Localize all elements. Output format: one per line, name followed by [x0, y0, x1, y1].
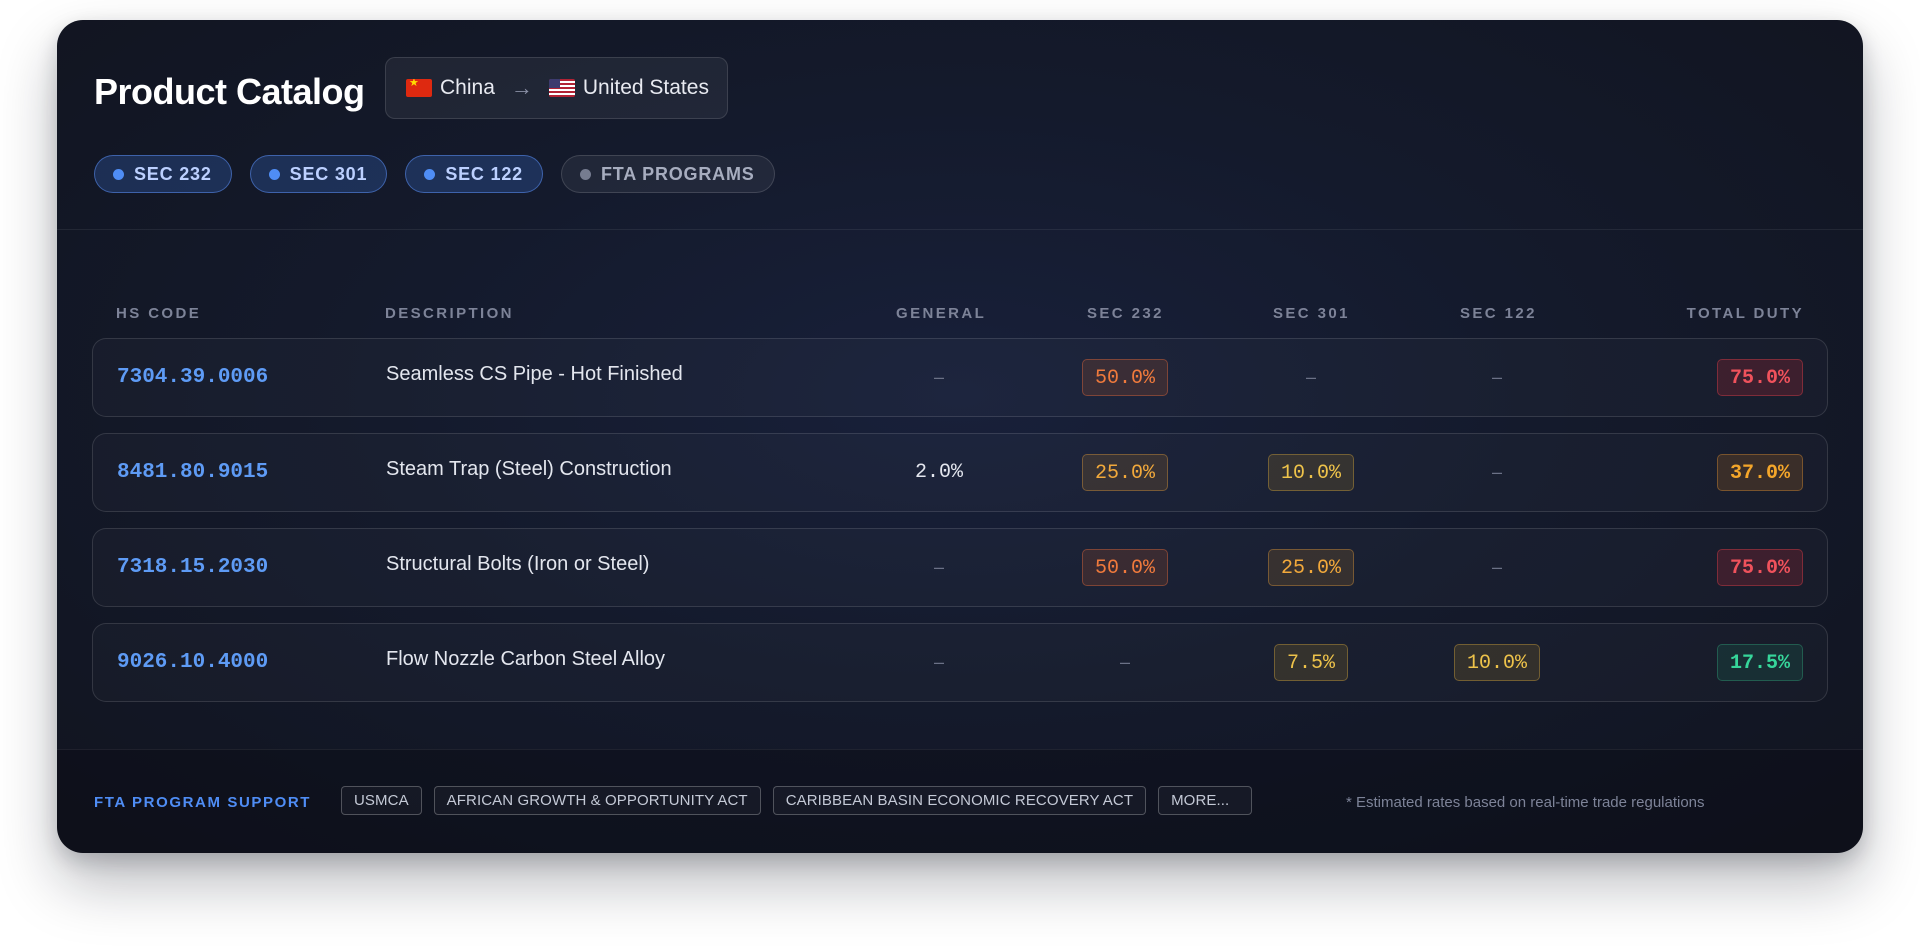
table-row[interactable]: 7318.15.2030 Structural Bolts (Iron or S… [92, 528, 1828, 607]
column-header-sec-232: SEC 232 [1087, 305, 1164, 322]
fta-tag-more[interactable]: MORE... [1158, 786, 1253, 815]
filter-chip-sec-122[interactable]: SEC 122 [405, 155, 543, 193]
product-description: Steam Trap (Steel) Construction [386, 458, 672, 480]
sec122-rate-badge: 10.0% [1453, 644, 1540, 681]
trade-route-selector[interactable]: China → United States [385, 57, 728, 119]
duty-table: HS CODE DESCRIPTION GENERAL SEC 232 SEC … [92, 288, 1828, 718]
fta-tag-agoa[interactable]: AFRICAN GROWTH & OPPORTUNITY ACT [433, 786, 761, 815]
general-rate: – [933, 557, 944, 577]
destination-country: United States [582, 76, 709, 99]
sec301-rate-badge: 7.5% [1273, 644, 1348, 681]
fta-program-support-label: FTA PROGRAM SUPPORT [94, 794, 312, 811]
table-row[interactable]: 8481.80.9015 Steam Trap (Steel) Construc… [92, 433, 1828, 512]
fta-tag-usmca[interactable]: USMCA [341, 786, 422, 815]
column-header-total-duty: TOTAL DUTY [1686, 305, 1804, 322]
sec301-rate-badge: 25.0% [1267, 549, 1354, 586]
status-dot-icon [579, 168, 591, 180]
total-duty-badge: 75.0% [1716, 359, 1803, 396]
general-rate: – [933, 367, 944, 387]
tariff-filter-chips: SEC 232 SEC 301 SEC 122 FTA PROGRAMS [94, 155, 775, 193]
column-header-sec-301: SEC 301 [1273, 305, 1350, 322]
filter-chip-label: SEC 301 [289, 163, 368, 184]
filter-chip-label: FTA PROGRAMS [600, 163, 755, 184]
arrow-right-icon: → [510, 75, 533, 100]
filter-chip-sec-301[interactable]: SEC 301 [249, 155, 388, 193]
filter-chip-label: SEC 232 [134, 163, 212, 184]
filter-chip-fta-programs[interactable]: FTA PROGRAMS [560, 155, 775, 193]
status-dot-icon [424, 168, 436, 180]
product-description: Flow Nozzle Carbon Steel Alloy [386, 648, 666, 670]
filter-chip-label: SEC 122 [445, 163, 523, 184]
filter-chip-sec-232[interactable]: SEC 232 [94, 155, 232, 193]
table-row[interactable]: 7304.39.0006 Seamless CS Pipe - Hot Fini… [92, 338, 1828, 417]
fta-footer: FTA PROGRAM SUPPORT USMCA AFRICAN GROWTH… [57, 749, 1863, 853]
hs-code[interactable]: 8481.80.9015 [117, 434, 268, 511]
sec122-rate: – [1491, 462, 1502, 482]
hs-code[interactable]: 9026.10.4000 [117, 624, 268, 701]
general-rate: 2.0% [914, 461, 963, 484]
column-header-general: GENERAL [896, 305, 987, 322]
cn-flag-icon [406, 79, 432, 97]
product-description: Seamless CS Pipe - Hot Finished [386, 363, 683, 385]
sec122-rate: – [1491, 557, 1502, 577]
general-rate: – [933, 652, 944, 672]
catalog-header: Product Catalog China → United States SE… [57, 20, 1863, 230]
us-flag-icon [548, 79, 575, 97]
sec232-rate-badge: 50.0% [1081, 549, 1168, 586]
status-dot-icon [113, 168, 124, 180]
product-catalog-card: Product Catalog China → United States SE… [57, 20, 1863, 853]
origin-country: China [440, 76, 495, 99]
sec122-rate: – [1491, 367, 1502, 387]
page-title: Product Catalog [94, 71, 365, 112]
hs-code[interactable]: 7318.15.2030 [117, 529, 268, 606]
column-header-sec-122: SEC 122 [1460, 305, 1537, 322]
sec301-rate-badge: 10.0% [1267, 454, 1354, 491]
sec232-rate-badge: 50.0% [1081, 359, 1168, 396]
table-header: HS CODE DESCRIPTION GENERAL SEC 232 SEC … [92, 288, 1828, 338]
fta-program-tags: USMCA AFRICAN GROWTH & OPPORTUNITY ACT C… [341, 786, 1253, 815]
estimate-disclaimer: * Estimated rates based on real-time tra… [1346, 794, 1705, 811]
total-duty-badge: 75.0% [1716, 549, 1803, 586]
total-duty-badge: 17.5% [1716, 644, 1803, 681]
column-header-hs-code: HS CODE [116, 305, 202, 322]
fta-tag-cberra[interactable]: CARIBBEAN BASIN ECONOMIC RECOVERY ACT [772, 786, 1147, 815]
table-row[interactable]: 9026.10.4000 Flow Nozzle Carbon Steel Al… [92, 623, 1828, 702]
product-description: Structural Bolts (Iron or Steel) [386, 553, 650, 575]
sec301-rate: – [1305, 367, 1316, 387]
total-duty-badge: 37.0% [1716, 454, 1803, 491]
sec232-rate-badge: 25.0% [1081, 454, 1168, 491]
status-dot-icon [268, 168, 280, 180]
sec232-rate: – [1119, 652, 1130, 672]
hs-code[interactable]: 7304.39.0006 [117, 339, 268, 416]
column-header-description: DESCRIPTION [385, 305, 514, 322]
